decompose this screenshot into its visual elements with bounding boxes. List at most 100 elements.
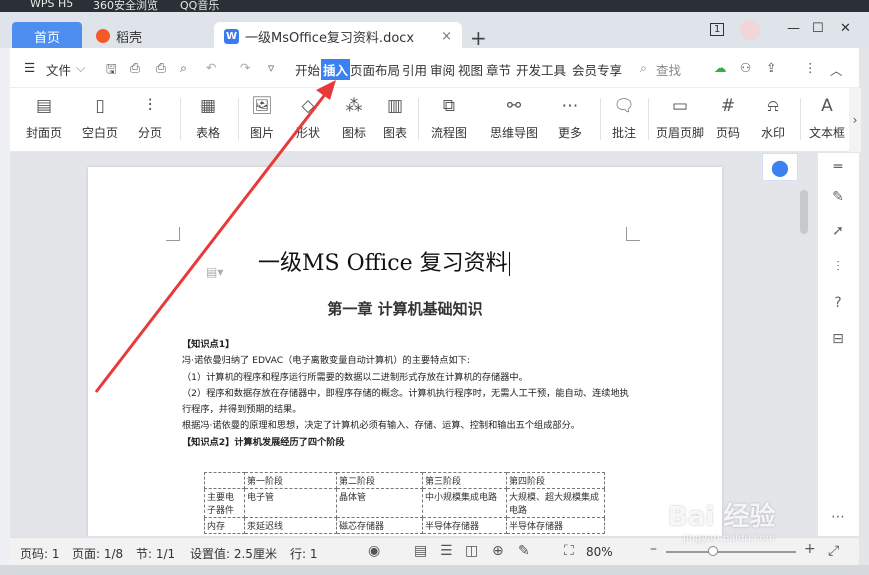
icon-button[interactable]: ⁂ 图标 [334, 94, 374, 146]
menu-layout[interactable]: 页面布局 [350, 60, 400, 79]
window-split-icon[interactable]: 1 [710, 23, 725, 36]
fullscreen-icon[interactable]: ⤢ [828, 543, 839, 559]
page-break-button[interactable]: ⫶ 分页 [132, 94, 168, 146]
status-pages[interactable]: 页面: 1/8 [72, 545, 123, 562]
page-number-button[interactable]: # 页码 [710, 94, 746, 146]
page-view-icon[interactable]: ▤ [414, 543, 427, 559]
search-icon[interactable]: ⌕ [640, 60, 647, 76]
status-setting[interactable]: 设置值: 2.5厘米 [190, 545, 277, 562]
button-label: 思维导图 [489, 126, 538, 140]
paragraph-marker-icon[interactable]: ▤▾ [206, 265, 223, 279]
button-label: 表格 [195, 126, 220, 140]
picture-button[interactable]: 🖼 图片 [244, 94, 280, 146]
more-dropdown-icon[interactable]: ▿ [268, 60, 274, 75]
vertical-scrollbar[interactable] [796, 155, 814, 535]
table-cell: 电子管 [244, 488, 337, 518]
share-user-icon[interactable]: ⚇ [740, 60, 751, 75]
ribbon-scroll-right-icon[interactable]: › [849, 88, 861, 152]
chart-button[interactable]: ▥ 图表 [378, 94, 412, 146]
chevron-down-icon[interactable]: ⌵ [76, 60, 85, 76]
scrollbar-thumb[interactable] [800, 190, 808, 234]
shape-button[interactable]: ◇ 形状 [288, 94, 328, 146]
menu-view[interactable]: 视图 [458, 60, 483, 79]
menu-start[interactable]: 开始 [295, 60, 320, 79]
avatar[interactable] [740, 20, 760, 40]
table-cell: 第四阶段 [506, 472, 605, 489]
left-edge [0, 48, 10, 575]
table-button[interactable]: ▦ 表格 [188, 94, 228, 146]
zoom-out-icon[interactable]: – [650, 541, 657, 557]
close-window-icon[interactable]: ✕ [840, 21, 851, 36]
cover-page-button[interactable]: ▤ 封面页 [22, 94, 66, 146]
export-icon[interactable]: ⎙ [130, 60, 140, 76]
search-input[interactable]: 查找 [656, 60, 681, 79]
add-tab-button[interactable]: + [470, 26, 487, 50]
header-footer-button[interactable]: ▭ 页眉页脚 [654, 94, 706, 146]
tab-home[interactable]: 首页 [12, 22, 82, 50]
menu-devtools[interactable]: 开发工具 [516, 60, 566, 79]
table-cell: 内存 [204, 517, 245, 534]
web-view-icon[interactable]: ⊕ [492, 543, 504, 559]
comment-button[interactable]: 🗨 批注 [606, 94, 642, 146]
zoom-in-icon[interactable]: + [804, 541, 816, 557]
menu-chapter[interactable]: 章节 [486, 60, 511, 79]
textbox-icon: A [821, 96, 833, 116]
preview-icon[interactable]: ⌕ [180, 60, 187, 76]
generation-table: 第一阶段 第二阶段 第三阶段 第四阶段 主要电子器件 电子管 晶体管 中小规模集… [204, 472, 605, 534]
edit-mode-icon[interactable]: ✎ [518, 543, 530, 559]
menu-insert[interactable]: 插入 [321, 59, 351, 80]
more-icon[interactable]: ⋮ [804, 60, 817, 75]
tab-daoke[interactable]: 稻壳 [88, 22, 208, 50]
status-section[interactable]: 节: 1/1 [136, 545, 175, 562]
menu-file[interactable]: 文件 [46, 60, 71, 79]
restore-icon[interactable]: ☐ [812, 21, 824, 36]
tab-document[interactable]: W 一级MsOffice复习资料.docx × [214, 22, 462, 50]
share-icon[interactable]: ⇪ [766, 60, 776, 75]
close-tab-icon[interactable]: × [441, 29, 452, 44]
taskbar-item[interactable]: 360安全浏览 [93, 0, 158, 12]
zoom-slider-knob[interactable] [708, 546, 718, 556]
cover-page-icon: ▤ [35, 96, 53, 116]
table-cell [204, 472, 245, 489]
status-line[interactable]: 行: 1 [290, 545, 318, 562]
menu-review[interactable]: 审阅 [430, 60, 455, 79]
undo-icon[interactable]: ↶ [206, 60, 216, 75]
outline-view-icon[interactable]: ☰ [440, 543, 453, 559]
mindmap-button[interactable]: ⚯ 思维导图 [484, 94, 544, 146]
collapse-ribbon-icon[interactable]: ︿ [830, 60, 843, 79]
status-page-number[interactable]: 页码: 1 [20, 545, 60, 562]
flowchart-button[interactable]: ⧉ 流程图 [424, 94, 474, 146]
zoom-level[interactable]: 80% [586, 545, 613, 559]
print-icon[interactable]: ⎙ [156, 60, 166, 76]
menu-member[interactable]: 会员专享 [572, 60, 622, 79]
help-icon[interactable]: ? [828, 293, 848, 313]
zoom-slider[interactable] [666, 546, 796, 556]
document-page[interactable]: ▤▾ 一级MS Office 复习资料 第一章 计算机基础知识 【知识点1】 冯… [88, 167, 722, 536]
redo-icon[interactable]: ↷ [240, 60, 250, 75]
cloud-sync-icon[interactable]: ☁ [714, 60, 727, 75]
archive-icon[interactable]: ⊟ [828, 329, 848, 349]
save-icon[interactable]: 🖫 [106, 60, 117, 81]
table-cell: 第二阶段 [336, 472, 423, 489]
eye-protection-icon[interactable]: ◉ [368, 543, 380, 559]
adjust-icon[interactable]: ⫶ [828, 257, 848, 277]
taskbar-item[interactable]: WPS H5 [30, 0, 73, 10]
more-options-icon[interactable]: ⋯ [828, 507, 848, 527]
location-pin-icon[interactable]: ⬤ [762, 153, 798, 181]
sidebar-collapse-icon[interactable]: ═ [828, 157, 848, 177]
watermark-button[interactable]: ⍾ 水印 [756, 94, 790, 146]
menu-icon[interactable]: ☰ [24, 60, 35, 75]
more-button[interactable]: ⋯ 更多 [550, 94, 590, 146]
right-sidebar: ═ ✎ ➚ ⫶ ? ⊟ ⋯ [818, 153, 859, 536]
textbox-button[interactable]: A 文本框 [808, 94, 846, 146]
taskbar-item[interactable]: QQ音乐 [180, 0, 219, 12]
pen-icon[interactable]: ✎ [828, 187, 848, 207]
read-view-icon[interactable]: ◫ [465, 543, 478, 559]
watermark-brand: Bai 经验 [668, 502, 776, 532]
divider [600, 98, 601, 140]
menu-reference[interactable]: 引用 [402, 60, 427, 79]
minimize-icon[interactable]: — [787, 21, 800, 36]
blank-page-button[interactable]: ▯ 空白页 [78, 94, 122, 146]
fit-page-icon[interactable]: ⛶ [564, 543, 574, 559]
cursor-select-icon[interactable]: ➚ [828, 221, 848, 241]
